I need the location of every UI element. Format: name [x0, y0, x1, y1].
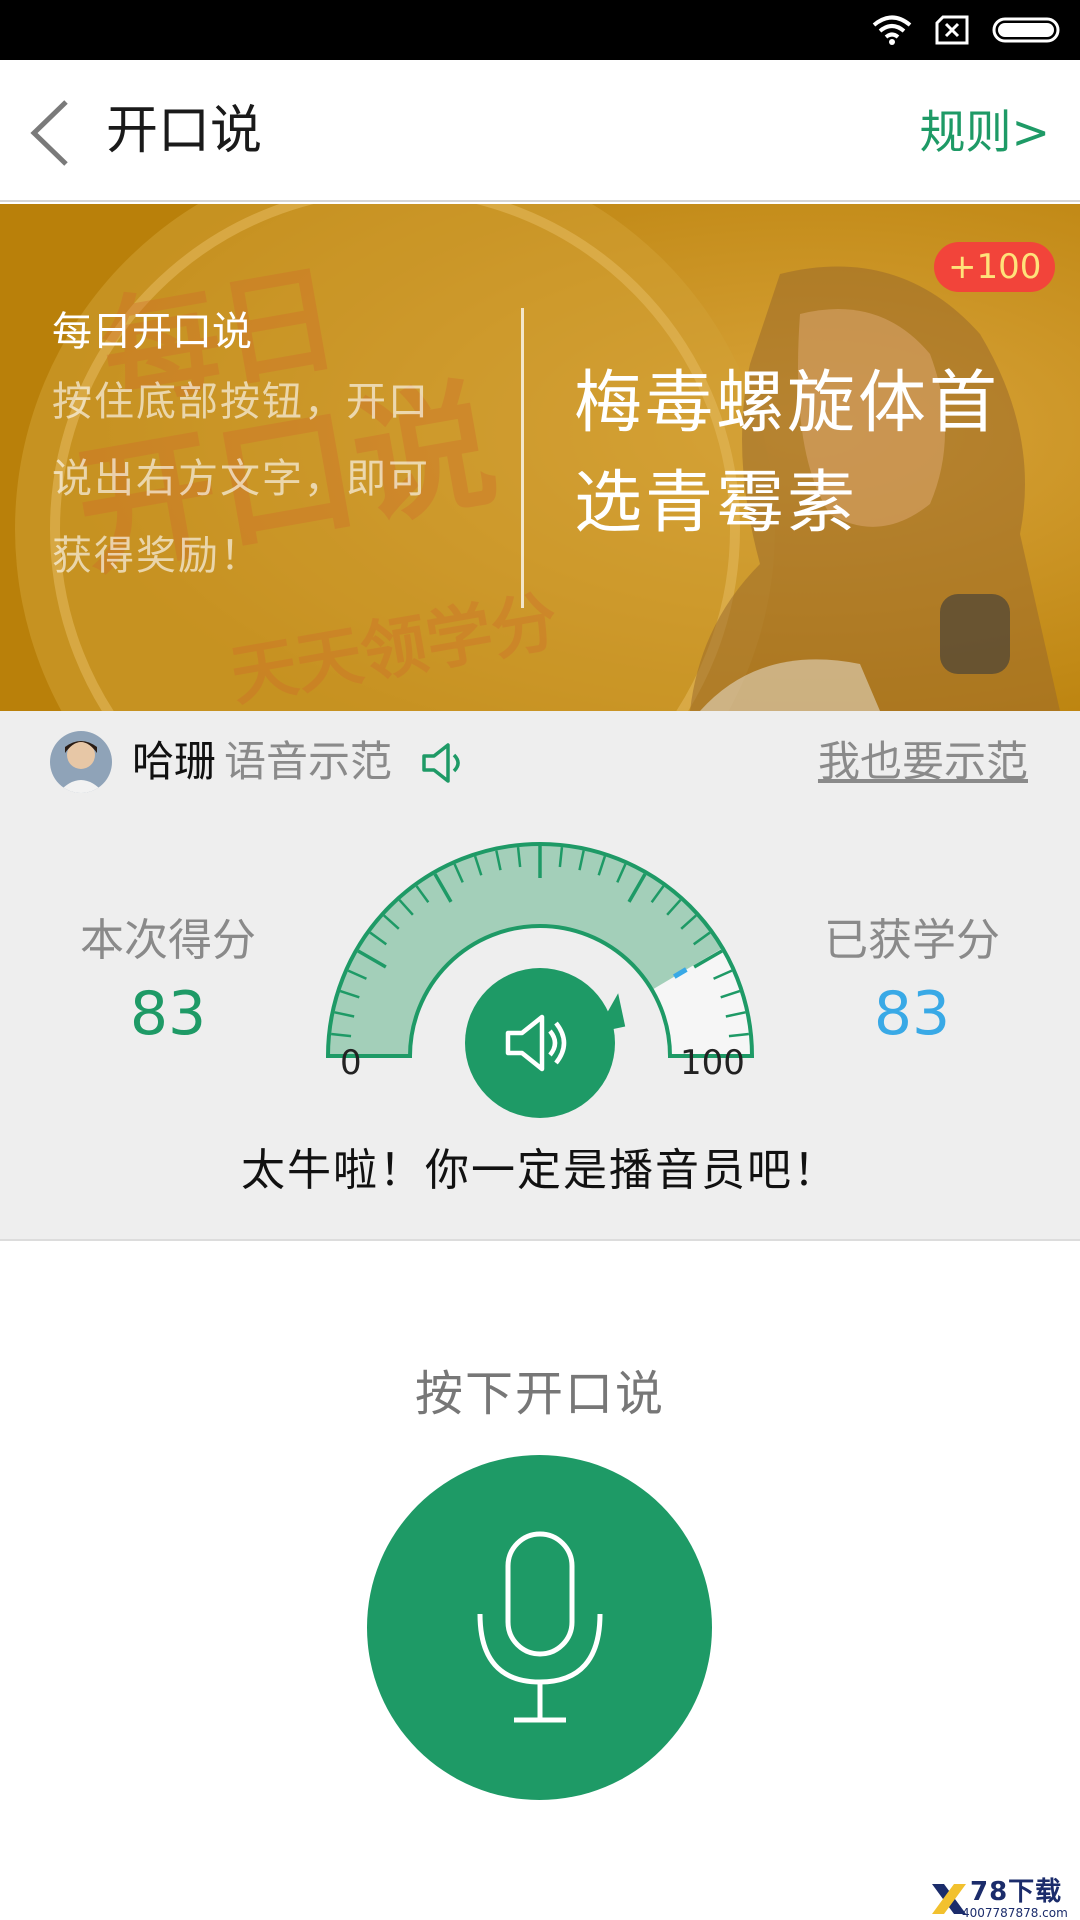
page-title: 开口说 — [106, 101, 263, 161]
demo-myself-link[interactable]: 我也要示范 — [818, 731, 1028, 793]
rules-link[interactable]: 规则> — [919, 102, 1050, 162]
daily-speak-banner: 每日 开口说 天天领学分 +100 每日开口说 按住底部按钮，开口 说出右方文字… — [0, 204, 1080, 711]
practice-phrase-line: 选青霉素 — [574, 464, 859, 543]
earned-credits-value: 83 — [873, 979, 951, 1049]
demo-label: 语音示范 — [224, 737, 393, 786]
reward-badge: +100 — [934, 242, 1056, 292]
wifi-icon — [872, 15, 912, 45]
microphone-icon — [477, 1531, 603, 1723]
battery-icon — [992, 17, 1060, 43]
banner-desc-line: 按住底部按钮，开口 — [52, 379, 430, 425]
gauge-max-label: 100 — [680, 1043, 745, 1083]
demo-user-name: 哈珊 — [132, 737, 217, 786]
watermark-title: 78下载 — [970, 1877, 1063, 1907]
feedback-message: 太牛啦！你一定是播音员吧！ — [241, 1145, 839, 1196]
gauge-min-label: 0 — [340, 1043, 362, 1083]
current-score: 本次得分 83 — [40, 911, 296, 1057]
sim-card-off-icon — [935, 15, 969, 45]
current-score-caption: 本次得分 — [80, 915, 256, 966]
practice-phrase: 梅毒螺旋体首 选青霉素 — [574, 354, 1034, 554]
current-score-value: 83 — [129, 979, 207, 1049]
banner-instructions: 每日开口说 按住底部按钮，开口 说出右方文字，即可 获得奖励！ — [52, 300, 472, 595]
earned-credits: 已获学分 83 — [784, 911, 1040, 1057]
banner-heading: 每日开口说 — [52, 309, 252, 355]
earned-credits-caption: 已获学分 — [824, 915, 1000, 966]
status-bar — [0, 0, 1080, 60]
speaker-icon[interactable] — [420, 739, 468, 787]
banner-divider — [521, 308, 524, 608]
record-hint: 按下开口说 — [414, 1366, 665, 1422]
status-icons — [872, 8, 1064, 52]
practice-phrase-line: 梅毒螺旋体首 — [574, 364, 1001, 443]
banner-desc-line: 说出右方文字，即可 — [52, 456, 430, 502]
banner-desc-line: 获得奖励！ — [52, 533, 262, 579]
chevron-left-icon[interactable] — [26, 98, 76, 168]
speaker-icon — [505, 1014, 567, 1072]
score-panel: 哈珊 语音示范 我也要示范 本次得分 83 0 100 已获学分 83 太牛啦！… — [0, 711, 1080, 1241]
header: 开口说 规则> — [0, 60, 1080, 202]
avatar[interactable] — [50, 731, 112, 793]
watermark-url: 4007787878.com — [962, 1906, 1068, 1920]
